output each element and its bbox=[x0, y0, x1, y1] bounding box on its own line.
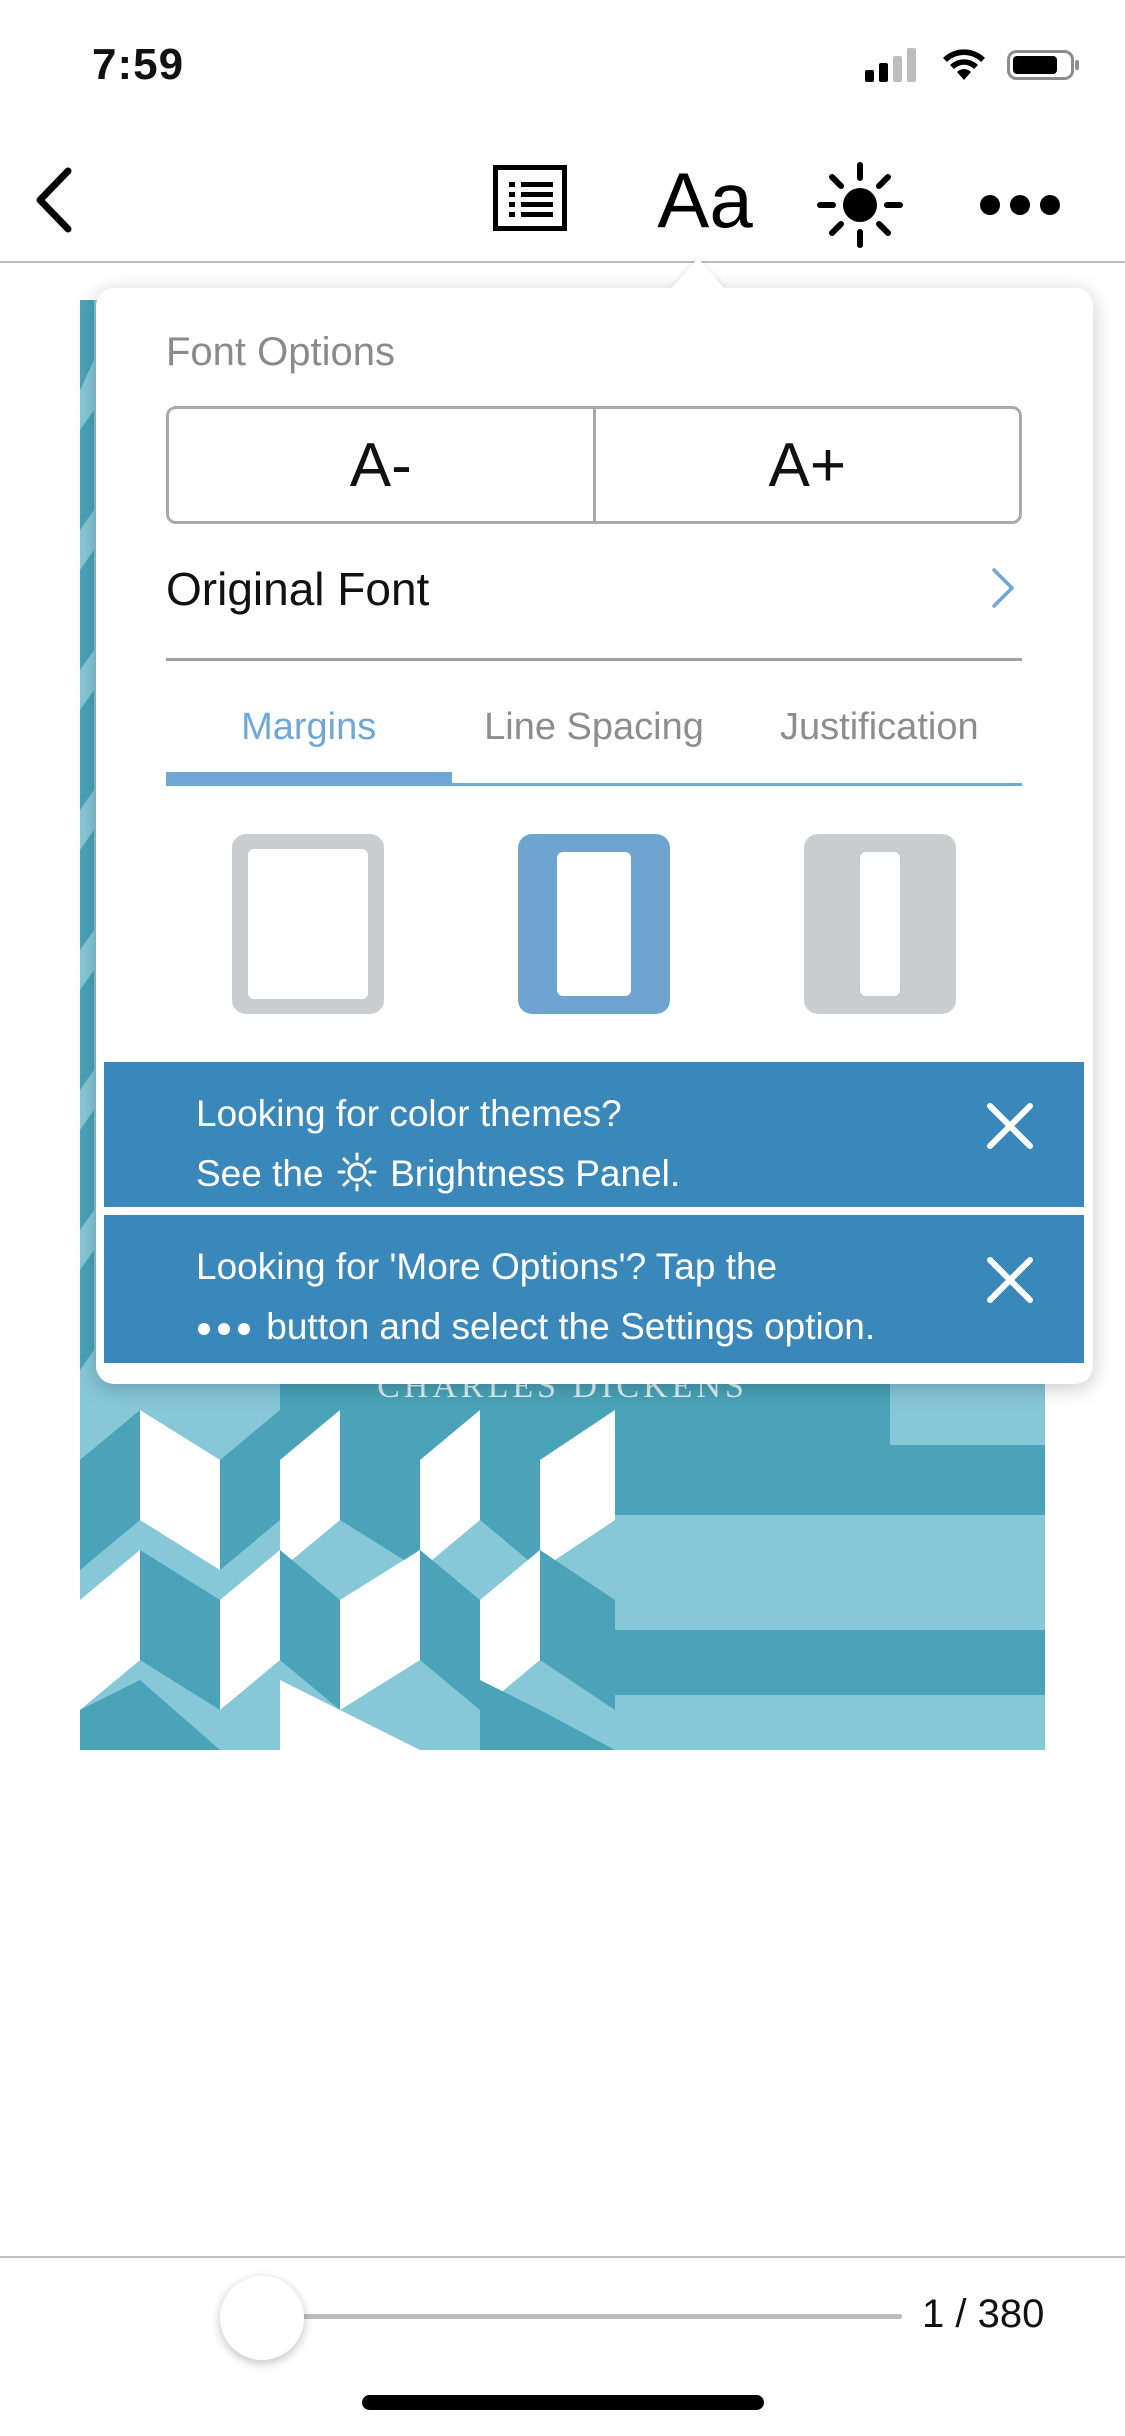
brightness-small-icon bbox=[337, 1152, 377, 1192]
tab-line-spacing[interactable]: Line Spacing bbox=[451, 706, 736, 749]
more-options-line1: Looking for 'More Options'? Tap the bbox=[196, 1246, 778, 1287]
tab-justification[interactable]: Justification bbox=[737, 706, 1022, 749]
original-font-divider bbox=[166, 658, 1022, 661]
close-icon bbox=[987, 1257, 1033, 1303]
toolbar-divider bbox=[0, 261, 1125, 263]
color-themes-line2: See the Brightness Panel. bbox=[196, 1152, 681, 1194]
brightness-icon bbox=[817, 162, 903, 248]
margin-narrow-icon bbox=[248, 849, 368, 999]
margin-medium-icon bbox=[557, 852, 631, 996]
popover-arrow bbox=[670, 258, 726, 290]
page-indicator: 1 / 380 bbox=[922, 2292, 1045, 2336]
page-slider-thumb[interactable] bbox=[220, 2276, 304, 2360]
font-options-title: Font Options bbox=[166, 330, 396, 374]
more-dots-small-icon bbox=[198, 1323, 250, 1335]
chevron-right-icon bbox=[992, 568, 1014, 608]
tab-margins[interactable]: Margins bbox=[166, 706, 451, 749]
back-chevron-icon bbox=[36, 167, 72, 233]
close-icon bbox=[987, 1102, 1033, 1149]
color-themes-banner: Looking for color themes? See the Bright… bbox=[104, 1062, 1084, 1207]
battery-icon bbox=[1007, 50, 1079, 80]
margin-wide-icon bbox=[860, 852, 900, 996]
tab-active-indicator bbox=[166, 772, 452, 786]
more-options-banner: Looking for 'More Options'? Tap the butt… bbox=[104, 1215, 1084, 1363]
increase-font-button[interactable]: A+ bbox=[595, 409, 1019, 521]
table-of-contents-icon bbox=[493, 165, 567, 231]
original-font-row[interactable]: Original Font bbox=[166, 562, 429, 616]
status-time: 7:59 bbox=[92, 40, 185, 89]
decrease-font-button[interactable]: A- bbox=[169, 409, 593, 521]
font-settings-button[interactable]: Aa bbox=[650, 150, 760, 250]
cellular-signal-icon bbox=[865, 48, 916, 82]
bottom-divider bbox=[0, 2256, 1125, 2258]
wifi-icon bbox=[943, 49, 985, 80]
font-settings-icon: Aa bbox=[657, 155, 753, 244]
status-icons bbox=[865, 48, 1081, 82]
page-slider-track[interactable] bbox=[262, 2314, 902, 2319]
font-size-control: A- A+ bbox=[166, 406, 1022, 524]
margin-option-narrow[interactable] bbox=[232, 834, 384, 1014]
margin-option-wide[interactable] bbox=[804, 834, 956, 1014]
dismiss-color-themes-button[interactable] bbox=[986, 1102, 1034, 1168]
layout-tabs: Margins Line Spacing Justification bbox=[166, 706, 1022, 749]
dismiss-more-options-button[interactable] bbox=[986, 1256, 1034, 1322]
table-of-contents-button[interactable] bbox=[490, 162, 570, 234]
more-options-icon bbox=[980, 195, 1060, 215]
back-button[interactable] bbox=[24, 160, 84, 240]
margin-option-medium[interactable] bbox=[518, 834, 670, 1014]
more-options-button[interactable] bbox=[970, 175, 1070, 235]
color-themes-line1: Looking for color themes? bbox=[196, 1093, 622, 1134]
more-options-line2: button and select the Settings option. bbox=[196, 1297, 1084, 1357]
brightness-button[interactable] bbox=[810, 155, 910, 255]
home-indicator bbox=[362, 2395, 764, 2410]
